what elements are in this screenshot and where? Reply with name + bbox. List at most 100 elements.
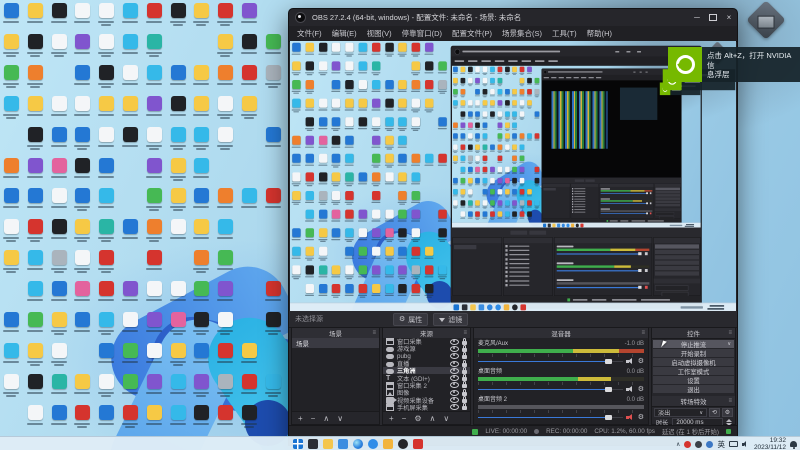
app-blue[interactable] xyxy=(368,439,378,450)
desktop-icon[interactable] xyxy=(99,157,115,173)
desktop-icon[interactable] xyxy=(170,342,186,358)
desktop-icon[interactable] xyxy=(27,95,43,111)
desktop-icon[interactable] xyxy=(51,219,67,235)
tray-chevron-icon[interactable]: ∧ xyxy=(676,441,680,448)
desktop-icon[interactable] xyxy=(218,250,234,266)
slider-handle[interactable] xyxy=(605,386,613,392)
desktop-icon[interactable] xyxy=(242,33,257,49)
desktop-icon[interactable] xyxy=(27,188,43,204)
desktop-icon[interactable] xyxy=(194,95,210,111)
source-row[interactable]: 手机屏采集 xyxy=(383,403,470,412)
desktop-icon[interactable] xyxy=(27,281,43,297)
sources-tool-icon[interactable]: ⚙ xyxy=(414,414,421,423)
desktop-icon[interactable] xyxy=(75,281,91,297)
desktop-icon[interactable] xyxy=(123,33,138,49)
desktop-icon[interactable] xyxy=(194,64,210,80)
speaker-icon[interactable] xyxy=(625,357,635,365)
sources-list[interactable]: 窗口采集游戏源pubg直播三角洲文本 (GDI+)窗口采集 2图像视频采集设备手… xyxy=(383,338,470,412)
desktop-icon[interactable] xyxy=(51,95,67,111)
desktop-icon[interactable] xyxy=(170,157,186,173)
desktop-icon[interactable] xyxy=(170,188,186,204)
mixer-gear-icon[interactable]: ⚙ xyxy=(638,386,644,393)
lock-icon[interactable] xyxy=(462,359,467,367)
panel-menu-icon[interactable]: ≡ xyxy=(372,330,376,336)
desktop-icon[interactable] xyxy=(218,64,234,80)
desktop-icon[interactable] xyxy=(4,95,19,111)
desktop-icon[interactable] xyxy=(99,373,115,389)
desktop-icon[interactable] xyxy=(170,404,186,420)
desktop-icon[interactable] xyxy=(242,64,257,80)
desktop-icon[interactable] xyxy=(99,250,115,266)
tray-blue-icon[interactable] xyxy=(706,440,714,448)
desktop-icon[interactable] xyxy=(170,95,186,111)
desktop-icon[interactable] xyxy=(242,373,257,389)
desktop-icon[interactable] xyxy=(194,126,210,142)
desktop-icon[interactable] xyxy=(265,126,281,142)
visibility-eye-icon[interactable] xyxy=(450,397,459,404)
transition-gear-icon[interactable]: ⚙ xyxy=(722,408,733,417)
menu-item-3[interactable]: 视图(V) xyxy=(362,28,397,39)
scene-item[interactable]: 场景 xyxy=(292,338,379,348)
desktop-icon[interactable] xyxy=(123,219,138,235)
desktop-icon[interactable] xyxy=(75,126,91,142)
visibility-eye-icon[interactable] xyxy=(450,382,459,389)
desktop-icon[interactable] xyxy=(218,342,234,358)
desktop-icon[interactable] xyxy=(51,312,67,327)
control-button[interactable]: 启动虚拟摄像机 xyxy=(653,358,734,367)
visibility-eye-icon[interactable] xyxy=(450,389,459,396)
desktop-icon[interactable] xyxy=(146,188,162,204)
tray-red-icon[interactable] xyxy=(684,440,692,448)
source-row[interactable]: 游戏源 xyxy=(383,344,470,353)
desktop-icon[interactable] xyxy=(218,281,234,297)
desktop-icon[interactable] xyxy=(146,404,162,420)
desktop-icon[interactable] xyxy=(4,373,19,389)
desktop-icon[interactable] xyxy=(75,95,91,111)
panel-menu-icon[interactable]: ≡ xyxy=(728,330,732,336)
app-red[interactable] xyxy=(413,439,423,450)
desktop-icon[interactable] xyxy=(99,404,115,420)
desktop-icon[interactable] xyxy=(75,404,91,420)
file-explorer[interactable] xyxy=(323,439,333,449)
desktop-icon[interactable] xyxy=(99,219,115,235)
desktop-icon[interactable] xyxy=(99,3,115,18)
desktop-icon[interactable] xyxy=(27,342,43,358)
visibility-eye-icon[interactable] xyxy=(450,338,459,345)
desktop-icon[interactable] xyxy=(265,281,281,297)
properties-button[interactable]: ⚙ 属性 xyxy=(393,313,429,326)
desktop-icon[interactable] xyxy=(123,64,138,80)
desktop-icon[interactable] xyxy=(51,157,67,173)
desktop-icon[interactable] xyxy=(4,157,19,173)
volume-icon[interactable] xyxy=(741,441,750,447)
filters-button[interactable]: 滤镜 xyxy=(433,313,469,326)
scenes-tool-icon[interactable]: ∧ xyxy=(323,414,329,423)
menu-item-1[interactable]: 文件(F) xyxy=(292,28,327,39)
taskbar[interactable]: ∧ 英 19:32 2023/11/12 xyxy=(0,436,800,450)
desktop-icon[interactable] xyxy=(242,404,257,420)
lock-icon[interactable] xyxy=(462,381,467,389)
control-button[interactable]: 工作室模式 xyxy=(653,367,734,376)
desktop-icon[interactable] xyxy=(51,342,67,358)
desktop-icon[interactable] xyxy=(194,250,210,266)
sources-tool-icon[interactable]: − xyxy=(402,414,407,423)
menu-item-2[interactable]: 编辑(E) xyxy=(327,28,362,39)
minimize-button[interactable]: ─ xyxy=(689,9,705,26)
speaker-muted-icon[interactable] xyxy=(625,413,635,421)
desktop-icon[interactable] xyxy=(27,219,43,235)
obs-taskbar[interactable] xyxy=(398,439,408,450)
control-button[interactable]: 设置 xyxy=(653,376,734,385)
desktop-icon[interactable] xyxy=(4,3,19,18)
desktop-icon[interactable] xyxy=(99,126,115,142)
slider-handle[interactable] xyxy=(605,414,613,420)
desktop-icon[interactable] xyxy=(75,219,91,235)
menu-item-5[interactable]: 配置文件(P) xyxy=(447,28,497,39)
edge[interactable] xyxy=(353,439,363,449)
desktop-icon[interactable] xyxy=(194,188,210,204)
desktop-icon[interactable] xyxy=(51,373,67,389)
volume-slider[interactable] xyxy=(478,358,623,364)
scenes-tool-icon[interactable]: + xyxy=(298,414,303,423)
desktop-icon[interactable] xyxy=(75,250,91,266)
desktop-icon[interactable] xyxy=(218,126,234,142)
visibility-eye-icon[interactable] xyxy=(450,360,459,367)
notification-bell-icon[interactable] xyxy=(790,441,797,449)
desktop-icon[interactable] xyxy=(194,281,210,297)
